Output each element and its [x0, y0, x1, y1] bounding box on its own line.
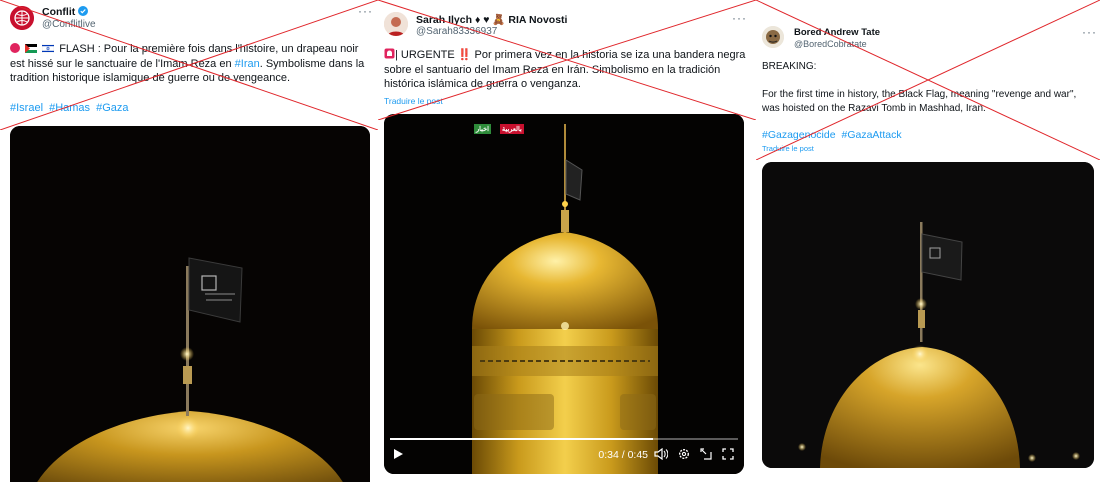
fullscreen-icon[interactable] [722, 448, 734, 460]
avatar[interactable] [762, 26, 784, 48]
hashtag-link[interactable]: #Israel [10, 102, 43, 114]
red-circle-icon [10, 43, 20, 53]
profile-photo-icon [384, 12, 408, 36]
tweet-video[interactable]: اخبار بالعربية 0:34 / 0:45 [384, 114, 744, 474]
author-handle[interactable]: @BoredCobratate [794, 39, 867, 49]
dome-flag-photo [10, 126, 370, 482]
hashtag-list: #Gazagenocide #GazaAttack [762, 129, 905, 141]
translate-post-link[interactable]: Traduire le post [762, 144, 814, 153]
more-options-button[interactable]: ··· [358, 4, 373, 18]
video-progress-bar[interactable] [390, 438, 738, 440]
tweet-text: For the first time in history, the Black… [762, 89, 1077, 114]
golden-dome-video-frame [384, 114, 744, 474]
siren-icon [384, 48, 395, 59]
tweet-text: FLASH : Pour la première fois dans l'his… [10, 43, 365, 84]
globe-logo-icon [10, 6, 34, 30]
author-name[interactable]: Sarah Ilych ♦ ♥ 🧸 RIA Novosti [416, 13, 567, 26]
tweet-text-heading: BREAKING: [762, 61, 817, 72]
tweet-text: | URGENTE ‼️ Por primera vez en la histo… [384, 48, 746, 90]
tweet-card-bored-andrew-tate: Bored Andrew Tate @BoredCobratate ··· BR… [756, 0, 1100, 482]
video-time: 0:34 / 0:45 [598, 449, 648, 461]
play-icon[interactable] [392, 448, 404, 460]
hashtag-link[interactable]: #Iran [235, 58, 260, 70]
video-progress-fill [390, 438, 654, 440]
hashtag-link[interactable]: #Gazagenocide [762, 129, 836, 141]
hashtag-link[interactable]: #Hamas [49, 102, 90, 114]
avatar[interactable] [10, 6, 34, 30]
verified-badge-icon [78, 6, 89, 16]
ape-avatar-icon [762, 26, 784, 48]
author-handle[interactable]: @Sarah83336937 [416, 26, 497, 37]
author-name[interactable]: Conflit [42, 6, 89, 18]
picture-in-picture-icon[interactable] [700, 448, 712, 460]
palestine-flag-icon [25, 44, 38, 53]
tweet-card-sarah: Sarah Ilych ♦ ♥ 🧸 RIA Novosti @Sarah8333… [378, 0, 756, 482]
translate-post-link[interactable]: Traduire le post [384, 96, 443, 106]
channel-logo-badge: بالعربية [500, 124, 524, 134]
tweet-image[interactable] [10, 126, 370, 482]
hashtag-link[interactable]: #GazaAttack [841, 129, 901, 141]
israel-flag-icon [42, 44, 55, 53]
author-name[interactable]: Bored Andrew Tate [794, 27, 880, 38]
tweet-image[interactable] [762, 162, 1094, 468]
more-options-button[interactable]: ··· [732, 11, 747, 25]
dome-flag-night-photo [762, 162, 1094, 468]
channel-logo-badge: اخبار [474, 124, 491, 134]
tweet-card-conflit: Conflit @Conflitlive ··· FLASH : Pour la… [0, 0, 378, 482]
author-handle[interactable]: @Conflitlive [42, 19, 96, 30]
avatar[interactable] [384, 12, 408, 36]
hashtag-list: #Israel #Hamas #Gaza [10, 102, 132, 114]
video-controls: 0:34 / 0:45 [384, 434, 744, 474]
more-options-button[interactable]: ··· [1082, 25, 1097, 39]
hashtag-link[interactable]: #Gaza [96, 102, 128, 114]
volume-icon[interactable] [654, 448, 668, 460]
settings-gear-icon[interactable] [678, 448, 690, 460]
